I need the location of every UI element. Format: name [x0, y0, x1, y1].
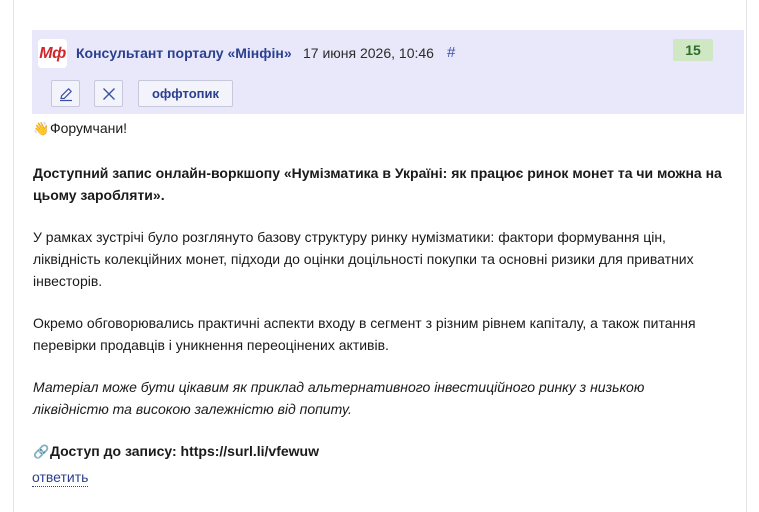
- link-icon: 🔗: [33, 444, 50, 459]
- post-paragraph-1: У рамках зустрічі було розглянуто базову…: [33, 229, 694, 289]
- post-body: 👋Форумчани! Доступний запис онлайн-воркш…: [33, 117, 723, 483]
- edit-button[interactable]: [51, 80, 80, 107]
- permalink-hash[interactable]: #: [447, 44, 455, 61]
- pencil-icon: [59, 87, 72, 101]
- author-link[interactable]: Консультант порталу «Мінфін»: [76, 45, 292, 61]
- greeting-text: Форумчани!: [50, 120, 128, 136]
- delete-button[interactable]: [94, 80, 123, 107]
- author-avatar-logo[interactable]: Мф: [38, 39, 67, 68]
- recording-link-line[interactable]: 🔗Доступ до запису: https://surl.li/vfewu…: [33, 440, 723, 463]
- post-date: 17 июня 2026, 10:46: [303, 45, 434, 61]
- recording-link-text[interactable]: Доступ до запису: https://surl.li/vfewuw: [50, 443, 319, 459]
- forum-post: Мф Консультант порталу «Мінфін» 17 июня …: [13, 0, 747, 512]
- post-headline: Доступний запис онлайн-воркшопу «Нумізма…: [33, 165, 722, 203]
- greeting-line: 👋Форумчани!: [33, 117, 723, 140]
- post-header: Мф Консультант порталу «Мінфін» 17 июня …: [32, 30, 744, 114]
- offtopic-button[interactable]: оффтопик: [138, 80, 233, 107]
- post-note: Матеріал може бути цікавим як приклад ал…: [33, 379, 645, 417]
- rating-badge[interactable]: 15: [673, 39, 713, 61]
- reply-link[interactable]: ответить: [32, 469, 89, 487]
- waving-hand-icon: 👋: [33, 121, 50, 136]
- close-icon: [102, 87, 115, 100]
- post-paragraph-2: Окремо обговорювались практичні аспекти …: [33, 315, 696, 353]
